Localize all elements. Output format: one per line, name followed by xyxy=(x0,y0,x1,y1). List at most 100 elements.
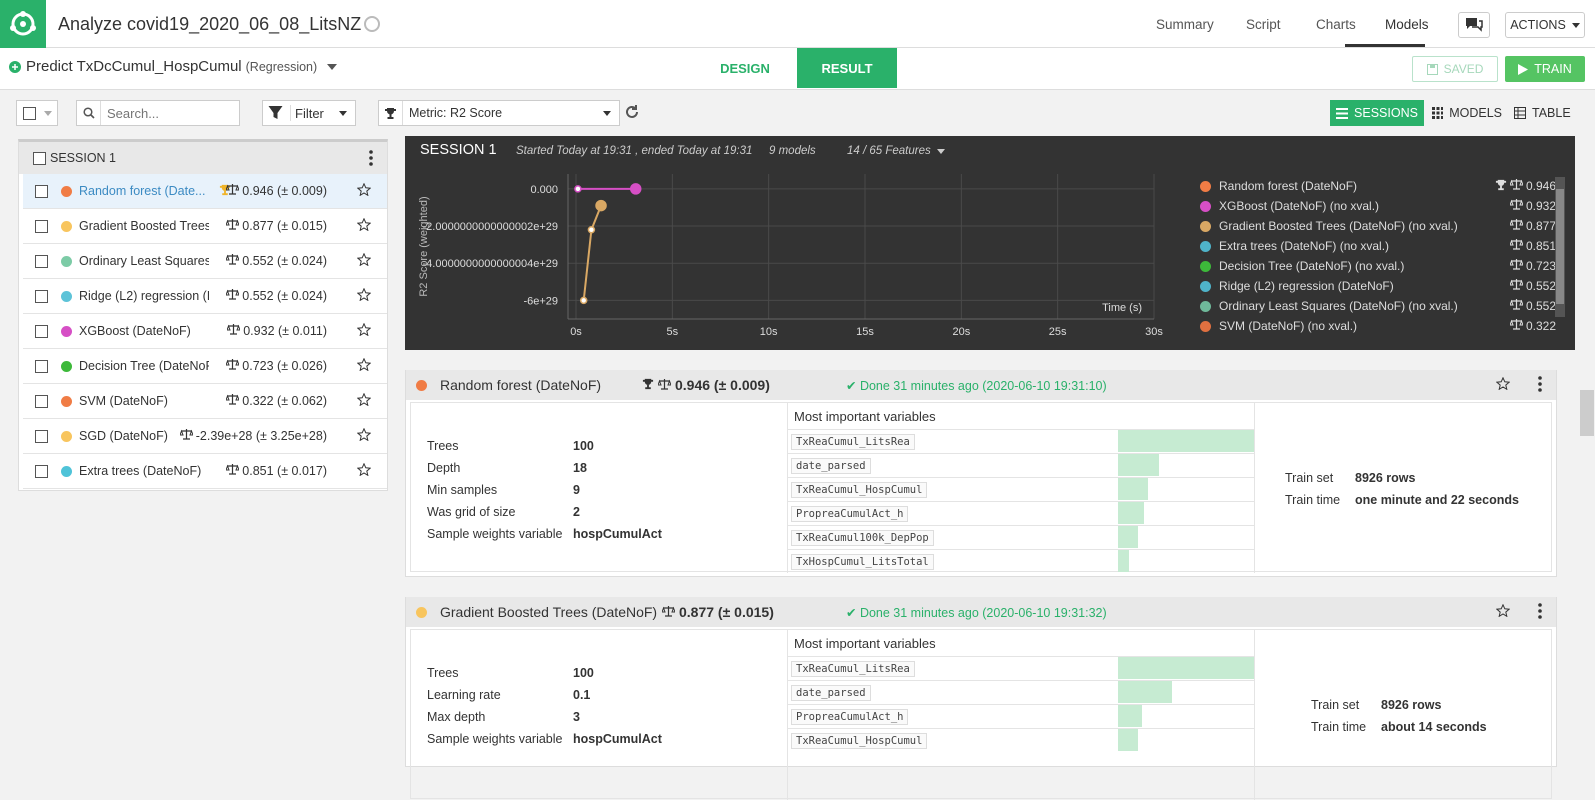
variable-name[interactable]: TxReaCumul_HospCumul xyxy=(791,732,928,749)
compass-icon[interactable] xyxy=(364,16,380,32)
model-name[interactable]: Ridge (L2) regression (Da... xyxy=(79,289,209,303)
variable-name[interactable]: TxReaCumul_LitsRea xyxy=(791,433,915,450)
card-title[interactable]: Gradient Boosted Trees (DateNoF) xyxy=(440,604,657,620)
view-sessions-button[interactable]: SESSIONS xyxy=(1330,100,1424,126)
more-options-icon[interactable] xyxy=(1538,602,1542,622)
model-row[interactable]: Extra trees (DateNoF) 0.851 (± 0.017) xyxy=(23,454,387,489)
actions-button[interactable]: ACTIONS xyxy=(1505,12,1585,38)
star-icon[interactable] xyxy=(356,252,372,269)
star-icon[interactable] xyxy=(356,427,372,444)
search-input[interactable] xyxy=(101,105,231,121)
legend-item[interactable]: Decision Tree (DateNoF) (no xval.) 0.723 xyxy=(1200,256,1556,276)
model-row[interactable]: Ordinary Least Squares (... 0.552 (± 0.02… xyxy=(23,244,387,279)
param-row: Depth 18 xyxy=(427,457,662,479)
nav-models[interactable]: Models xyxy=(1385,17,1429,32)
star-icon[interactable] xyxy=(1495,376,1511,393)
nav-charts[interactable]: Charts xyxy=(1316,17,1356,32)
legend-score: 0.552 xyxy=(1509,299,1556,313)
model-checkbox[interactable] xyxy=(35,254,48,268)
model-name[interactable]: XGBoost (DateNoF) xyxy=(79,324,191,338)
model-name[interactable]: Random forest (Date... xyxy=(79,184,205,198)
legend-color-dot xyxy=(1200,240,1211,252)
predict-selector[interactable]: Predict TxDcCumul_HospCumul (Regression) xyxy=(8,58,338,75)
variable-name[interactable]: PropreaCumulAct_h xyxy=(791,505,909,522)
legend-item[interactable]: Random forest (DateNoF) 0.946 xyxy=(1200,176,1556,196)
star-icon[interactable] xyxy=(1495,603,1511,620)
star-icon[interactable] xyxy=(356,287,372,304)
model-row[interactable]: Ridge (L2) regression (Da... 0.552 (± 0.0… xyxy=(23,279,387,314)
model-checkbox[interactable] xyxy=(35,359,48,373)
view-models-button[interactable]: MODELS xyxy=(1432,100,1502,126)
legend-item[interactable]: Gradient Boosted Trees (DateNoF) (no xva… xyxy=(1200,216,1556,236)
star-icon[interactable] xyxy=(356,462,372,479)
caret-down-icon xyxy=(603,110,611,116)
model-row[interactable]: Gradient Boosted Trees (... 0.877 (± 0.01… xyxy=(23,209,387,244)
more-options-icon[interactable] xyxy=(1538,375,1542,395)
model-name[interactable]: SGD (DateNoF) xyxy=(79,429,168,443)
legend-item[interactable]: SVM (DateNoF) (no xval.) 0.322 xyxy=(1200,316,1556,336)
model-name[interactable]: Gradient Boosted Trees (... xyxy=(79,219,209,233)
model-row[interactable]: Random forest (Date... 0.946 (± 0.009) xyxy=(23,174,387,209)
star-icon[interactable] xyxy=(356,217,372,234)
app-logo[interactable] xyxy=(0,0,46,48)
legend-item[interactable]: XGBoost (DateNoF) (no xval.) 0.932 xyxy=(1200,196,1556,216)
star-icon[interactable] xyxy=(356,392,372,409)
variable-name[interactable]: PropreaCumulAct_h xyxy=(791,708,909,725)
model-checkbox[interactable] xyxy=(35,464,48,478)
page-scrollbar[interactable] xyxy=(1579,370,1595,760)
param-key: Sample weights variable xyxy=(427,732,563,746)
model-row[interactable]: Decision Tree (DateNoF) 0.723 (± 0.026) xyxy=(23,349,387,384)
filter-dropdown[interactable]: Filter xyxy=(262,100,356,126)
nav-script[interactable]: Script xyxy=(1246,17,1281,32)
model-checkbox[interactable] xyxy=(35,394,48,408)
model-checkbox[interactable] xyxy=(35,429,48,443)
train-info: Train set 8926 rows Train time one minute a… xyxy=(1285,467,1519,511)
legend-scrollbar[interactable] xyxy=(1555,177,1565,317)
y-tick-label: -2.0000000000000002e+29 xyxy=(423,221,559,233)
param-key: Trees xyxy=(427,666,459,680)
star-icon[interactable] xyxy=(356,322,372,339)
metric-select[interactable]: Metric: R2 Score xyxy=(378,100,620,126)
model-score: 0.552 (± 0.024) xyxy=(225,289,327,303)
model-row[interactable]: XGBoost (DateNoF) 0.932 (± 0.011) xyxy=(23,314,387,349)
select-all-dropdown[interactable] xyxy=(16,100,58,126)
model-checkbox[interactable] xyxy=(35,324,48,338)
more-options-icon[interactable] xyxy=(369,150,373,166)
view-table-button[interactable]: TABLE xyxy=(1514,100,1578,126)
discussions-button[interactable] xyxy=(1458,12,1490,38)
tab-result[interactable]: RESULT xyxy=(797,48,897,88)
model-checkbox[interactable] xyxy=(35,184,48,198)
model-name[interactable]: SVM (DateNoF) xyxy=(79,394,168,408)
variable-name[interactable]: TxReaCumul100k_DepPop xyxy=(791,529,934,546)
variable-name[interactable]: TxReaCumul_HospCumul xyxy=(791,481,928,498)
model-row[interactable]: SVM (DateNoF) 0.322 (± 0.062) xyxy=(23,384,387,419)
variable-name[interactable]: date_parsed xyxy=(791,457,871,474)
session-checkbox[interactable] xyxy=(33,151,46,165)
model-checkbox[interactable] xyxy=(35,219,48,233)
legend-color-dot xyxy=(1200,200,1211,212)
model-name[interactable]: Ordinary Least Squares (... xyxy=(79,254,209,268)
tab-design[interactable]: DESIGN xyxy=(700,48,790,88)
variable-row: date_parsed xyxy=(788,680,1254,704)
nav-summary[interactable]: Summary xyxy=(1156,17,1214,32)
legend-item[interactable]: Extra trees (DateNoF) (no xval.) 0.851 xyxy=(1200,236,1556,256)
model-row[interactable]: SGD (DateNoF) -2.39e+28 (± 3.25e+28) xyxy=(23,419,387,454)
model-checkbox[interactable] xyxy=(35,289,48,303)
saved-button[interactable]: SAVED xyxy=(1412,56,1498,82)
legend-scroll-thumb[interactable] xyxy=(1556,189,1564,304)
model-name[interactable]: Extra trees (DateNoF) xyxy=(79,464,201,478)
variable-name[interactable]: TxHospCumul_LitsTotal xyxy=(791,553,934,570)
refresh-icon[interactable] xyxy=(624,104,640,120)
star-icon[interactable] xyxy=(356,357,372,374)
select-all-checkbox[interactable] xyxy=(23,106,36,120)
card-title[interactable]: Random forest (DateNoF) xyxy=(440,377,601,393)
variable-name[interactable]: date_parsed xyxy=(791,684,871,701)
train-button[interactable]: TRAIN xyxy=(1505,56,1585,82)
model-name[interactable]: Decision Tree (DateNoF) xyxy=(79,359,209,373)
star-icon[interactable] xyxy=(356,182,372,199)
legend-item[interactable]: Ordinary Least Squares (DateNoF) (no xva… xyxy=(1200,296,1556,316)
param-key: Min samples xyxy=(427,483,498,497)
legend-item[interactable]: Ridge (L2) regression (DateNoF) 0.552 xyxy=(1200,276,1556,296)
variable-name[interactable]: TxReaCumul_LitsRea xyxy=(791,660,915,677)
page-scroll-thumb[interactable] xyxy=(1580,390,1594,436)
